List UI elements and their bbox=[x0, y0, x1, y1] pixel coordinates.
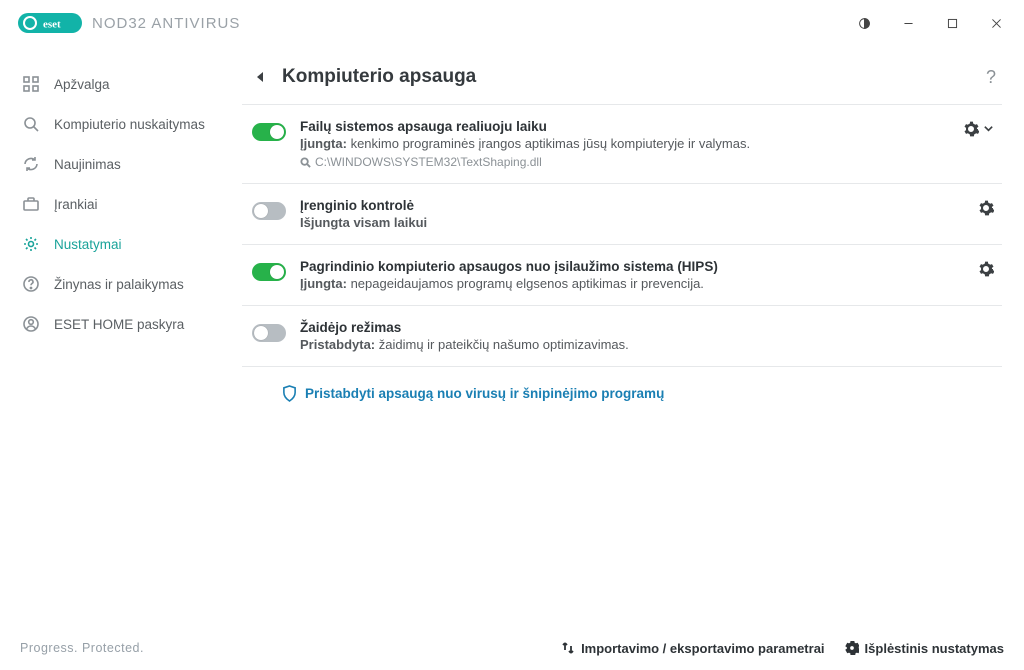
setting-subtitle: Įjungta: nepageidaujamos programų elgsen… bbox=[300, 276, 964, 291]
setting-path: C:\WINDOWS\SYSTEM32\TextShaping.dll bbox=[300, 155, 949, 169]
settings-gear-button[interactable] bbox=[963, 121, 979, 137]
content: Kompiuterio apsauga ? Failų sistemos aps… bbox=[236, 46, 1024, 626]
product-name: NOD32 ANTIVIRUS bbox=[92, 15, 240, 32]
footer-tagline: Progress. Protected. bbox=[20, 641, 144, 655]
maximize-button[interactable] bbox=[930, 7, 974, 39]
settings-gear-button[interactable] bbox=[978, 200, 994, 216]
setting-row-hips: Pagrindinio kompiuterio apsaugos nuo įsi… bbox=[242, 245, 1002, 306]
theme-contrast-icon[interactable] bbox=[842, 7, 886, 39]
advanced-setup-link[interactable]: Išplėstinis nustatymas bbox=[845, 641, 1004, 656]
sidebar-item-label: Žinynas ir palaikymas bbox=[54, 277, 184, 292]
sidebar-item-account[interactable]: ESET HOME paskyra bbox=[0, 304, 236, 344]
page-header: Kompiuterio apsauga ? bbox=[242, 66, 1002, 104]
toggle-switch[interactable] bbox=[252, 123, 286, 141]
close-button[interactable] bbox=[974, 7, 1018, 39]
setting-row-gamer-mode: Žaidėjo režimas Pristabdyta: žaidimų ir … bbox=[242, 306, 1002, 367]
sidebar-item-label: Naujinimas bbox=[54, 157, 121, 172]
svg-text:eset: eset bbox=[43, 19, 61, 31]
window-controls bbox=[842, 7, 1018, 39]
sidebar-item-settings[interactable]: Nustatymai bbox=[0, 224, 236, 264]
user-icon bbox=[22, 315, 40, 333]
sidebar-item-label: ESET HOME paskyra bbox=[54, 317, 184, 332]
setting-subtitle: Išjungta visam laikui bbox=[300, 215, 964, 230]
setting-title: Įrenginio kontrolė bbox=[300, 198, 964, 213]
sidebar-item-help[interactable]: Žinynas ir palaikymas bbox=[0, 264, 236, 304]
setting-subtitle: Pristabdyta: žaidimų ir pateikčių našumo… bbox=[300, 337, 994, 352]
import-export-icon bbox=[561, 641, 575, 655]
toggle-switch[interactable] bbox=[252, 202, 286, 220]
sidebar-item-label: Nustatymai bbox=[54, 237, 122, 252]
setting-title: Failų sistemos apsauga realiuoju laiku bbox=[300, 119, 949, 134]
sidebar-item-scan[interactable]: Kompiuterio nuskaitymas bbox=[0, 104, 236, 144]
chevron-down-icon[interactable] bbox=[983, 122, 994, 137]
sidebar-item-tools[interactable]: Įrankiai bbox=[0, 184, 236, 224]
back-button[interactable] bbox=[252, 69, 268, 85]
shield-icon bbox=[282, 385, 297, 402]
minimize-button[interactable] bbox=[886, 7, 930, 39]
search-icon bbox=[22, 115, 40, 133]
sidebar: Apžvalga Kompiuterio nuskaitymas Naujini… bbox=[0, 46, 236, 626]
sidebar-item-update[interactable]: Naujinimas bbox=[0, 144, 236, 184]
gear-icon bbox=[845, 641, 859, 655]
settings-gear-button[interactable] bbox=[978, 261, 994, 277]
sidebar-item-overview[interactable]: Apžvalga bbox=[0, 64, 236, 104]
refresh-icon bbox=[22, 155, 40, 173]
briefcase-icon bbox=[22, 195, 40, 213]
sidebar-item-label: Kompiuterio nuskaitymas bbox=[54, 117, 205, 132]
setting-row-realtime: Failų sistemos apsauga realiuoju laiku Į… bbox=[242, 104, 1002, 184]
setting-subtitle: Įjungta: kenkimo programinės įrangos apt… bbox=[300, 136, 949, 151]
titlebar: eset NOD32 ANTIVIRUS bbox=[0, 0, 1024, 46]
setting-title: Pagrindinio kompiuterio apsaugos nuo įsi… bbox=[300, 259, 964, 274]
pause-protection-label: Pristabdyti apsaugą nuo virusų ir šnipin… bbox=[305, 386, 664, 401]
eset-logo: eset bbox=[18, 11, 82, 35]
brand: eset NOD32 ANTIVIRUS bbox=[18, 11, 240, 35]
footer: Progress. Protected. Importavimo / ekspo… bbox=[0, 626, 1024, 670]
setting-row-device-control: Įrenginio kontrolė Išjungta visam laikui bbox=[242, 184, 1002, 245]
import-export-link[interactable]: Importavimo / eksportavimo parametrai bbox=[561, 641, 824, 656]
sidebar-item-label: Įrankiai bbox=[54, 197, 98, 212]
gear-icon bbox=[22, 235, 40, 253]
page-title: Kompiuterio apsauga bbox=[282, 66, 476, 88]
toggle-switch[interactable] bbox=[252, 324, 286, 342]
toggle-switch[interactable] bbox=[252, 263, 286, 281]
settings-list: Failų sistemos apsauga realiuoju laiku Į… bbox=[242, 104, 1002, 367]
pause-protection-link[interactable]: Pristabdyti apsaugą nuo virusų ir šnipin… bbox=[242, 367, 1002, 402]
setting-title: Žaidėjo režimas bbox=[300, 320, 994, 335]
help-icon bbox=[22, 275, 40, 293]
sidebar-item-label: Apžvalga bbox=[54, 77, 110, 92]
help-button[interactable]: ? bbox=[980, 67, 1002, 88]
dashboard-icon bbox=[22, 75, 40, 93]
